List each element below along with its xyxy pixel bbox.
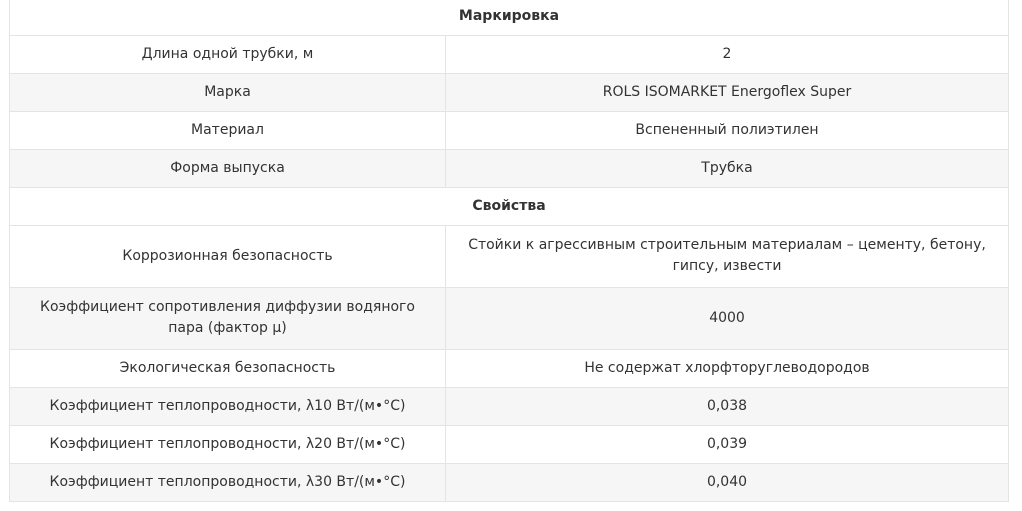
property-label: Коррозионная безопасность xyxy=(9,225,446,288)
table-row: Коррозионная безопасность Стойки к агрес… xyxy=(9,225,1010,288)
table-row: Коэффициент сопротивления диффузии водян… xyxy=(9,287,1010,350)
table-row: Материал Вспененный полиэтилен xyxy=(9,111,1010,150)
table-row: Коэффициент теплопроводности, λ20 Вт/(м•… xyxy=(9,425,1010,464)
property-value: ROLS ISOMARKET Energoflex Super xyxy=(444,73,1010,112)
property-label: Материал xyxy=(9,111,446,150)
property-label: Коэффициент теплопроводности, λ10 Вт/(м•… xyxy=(9,387,446,426)
property-value: Трубка xyxy=(444,149,1010,188)
property-value: Стойки к агрессивным строительным матери… xyxy=(444,225,1010,288)
property-value: Вспененный полиэтилен xyxy=(444,111,1010,150)
section-title: Маркировка xyxy=(8,0,1010,36)
property-label: Марка xyxy=(9,73,446,112)
section-header-marking: Маркировка xyxy=(8,0,1010,36)
property-label: Коэффициент теплопроводности, λ30 Вт/(м•… xyxy=(9,463,446,502)
property-value: Не содержат хлорфторуглеводородов xyxy=(444,349,1010,388)
table-row: Экологическая безопасность Не содержат х… xyxy=(9,349,1010,388)
property-value: 2 xyxy=(444,35,1010,74)
table-row: Форма выпуска Трубка xyxy=(9,149,1010,188)
table-row: Коэффициент теплопроводности, λ10 Вт/(м•… xyxy=(9,387,1010,426)
property-label: Экологическая безопасность xyxy=(9,349,446,388)
table-row: Марка ROLS ISOMARKET Energoflex Super xyxy=(9,73,1010,112)
table-row: Коэффициент теплопроводности, λ30 Вт/(м•… xyxy=(9,463,1010,502)
property-label: Коэффициент сопротивления диффузии водян… xyxy=(9,287,446,350)
property-value: 0,038 xyxy=(444,387,1010,426)
property-label: Форма выпуска xyxy=(9,149,446,188)
table-row: Длина одной трубки, м 2 xyxy=(9,35,1010,74)
property-value: 4000 xyxy=(444,287,1010,350)
specifications-table: Маркировка Длина одной трубки, м 2 Марка… xyxy=(8,0,1010,502)
property-label: Длина одной трубки, м xyxy=(9,35,446,74)
property-value: 0,039 xyxy=(444,425,1010,464)
section-header-properties: Свойства xyxy=(8,187,1010,226)
section-title: Свойства xyxy=(8,187,1010,226)
property-value: 0,040 xyxy=(444,463,1010,502)
property-label: Коэффициент теплопроводности, λ20 Вт/(м•… xyxy=(9,425,446,464)
